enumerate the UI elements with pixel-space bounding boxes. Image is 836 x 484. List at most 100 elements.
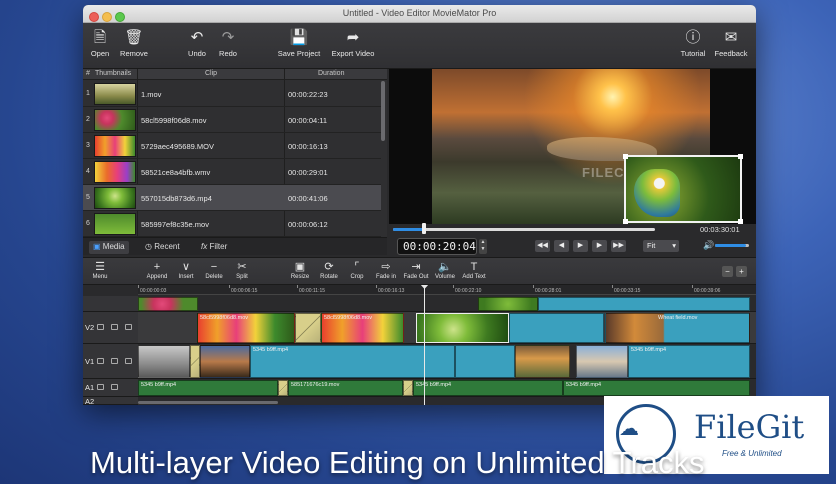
clip-duration: 00:00:41:06 [288,194,328,203]
remove-button[interactable]: 🗑 Remove [117,29,151,58]
clip-row-selected[interactable]: 5 557015db873d6.mp4 00:00:41:06 [83,185,381,211]
resize-handle[interactable] [623,154,628,159]
add-text-button[interactable]: T Add Text [460,261,488,280]
tab-media[interactable]: ▣ Media [89,241,129,254]
insert-button[interactable]: ∨ Insert [175,261,197,280]
timeline-clip[interactable] [509,313,604,343]
play-button[interactable]: ▶ [573,240,588,252]
volume-icon[interactable]: 🔊 [703,240,714,251]
timeline-clip[interactable] [576,345,628,378]
clip-thumbnail [94,135,136,157]
audio-toggle-icon[interactable] [97,384,104,390]
timeline-clip[interactable]: 5345 b9ff.mp4 [138,380,278,396]
split-button[interactable]: ✂ Split [232,261,252,280]
clip-row[interactable]: 6 585997ef8c35e.mov 00:00:06:12 [83,211,381,237]
timeline-clip[interactable]: 58cl5998f06d8.mov [321,313,404,343]
clip-row[interactable]: 3 5729aec495689.MOV 00:00:16:13 [83,133,381,159]
timeline-scrollbar[interactable] [138,401,278,404]
fade-out-button[interactable]: ⇥ Fade Out [402,261,430,280]
volume-slider[interactable] [715,244,749,247]
timeline-clip[interactable] [478,297,538,311]
timeline-clip[interactable]: 5345 b9ff.mp4 [628,345,750,378]
clip-name: 58521ce8a4bfb.wmv [141,168,211,177]
row-number: 1 [86,90,90,97]
zoom-fit-value: Fit [647,241,656,250]
export-video-label: Export Video [331,49,375,58]
clip-row[interactable]: 2 58cl5998f06d8.mov 00:00:04:11 [83,107,381,133]
rotate-button[interactable]: ⟳ Rotate [317,261,341,280]
lock-toggle-icon[interactable] [125,324,132,330]
tutorial-button[interactable]: ⓘ Tutorial [678,29,708,58]
zoom-fit-select[interactable]: Fit ▾ [643,240,679,252]
header-clip[interactable]: Clip [205,70,217,77]
crop-button[interactable]: ⌜ Crop [348,261,366,280]
playhead[interactable] [424,285,425,405]
resize-handle[interactable] [623,219,628,224]
zoom-out-button[interactable]: − [722,266,733,277]
timeline-clip[interactable] [200,345,250,378]
lock-toggle-icon[interactable] [111,384,118,390]
go-to-end-button[interactable]: ▶▶ [611,240,626,252]
timeline-clip[interactable] [416,313,509,343]
add-text-label: Add Text [462,274,486,280]
clip-duration: 00:00:29:01 [288,168,328,177]
visibility-toggle-icon[interactable] [111,324,118,330]
clip-row[interactable]: 4 58521ce8a4bfb.wmv 00:00:29:01 [83,159,381,185]
timeline-clip[interactable]: Wheat field.mov [605,313,750,343]
mail-icon: ✉ [724,29,738,46]
transition[interactable] [190,345,200,378]
resize-handle[interactable] [738,154,743,159]
timeline-clip[interactable]: 585171676c19.mov [288,380,403,396]
header-duration[interactable]: Duration [318,70,344,77]
feedback-button[interactable]: ✉ Feedback [713,29,749,58]
redo-button[interactable]: ↷ Redo [216,29,240,58]
timeline-clip[interactable] [538,297,750,311]
timeline-clip[interactable] [138,345,190,378]
step-back-button[interactable]: ◀ [554,240,569,252]
step-forward-button[interactable]: ▶ [592,240,607,252]
save-project-button[interactable]: 💾 Save Project [274,29,324,58]
visibility-toggle-icon[interactable] [111,358,118,364]
audio-toggle-icon[interactable] [97,324,104,330]
clip-list-scrollbar[interactable] [381,81,385,141]
lock-toggle-icon[interactable] [125,358,132,364]
transition[interactable] [278,380,288,396]
header-thumbnails[interactable]: Thumbnails [95,70,131,77]
playback-progress-bar[interactable] [393,228,655,231]
timeline-clip[interactable]: 58cl5998f06d8.mov [197,313,295,343]
transition[interactable] [403,380,413,396]
resize-handle[interactable] [738,219,743,224]
timeline-clip[interactable] [515,345,570,378]
fade-in-button[interactable]: ⇨ Fade in [374,261,398,280]
progress-knob[interactable] [422,223,427,234]
append-button[interactable]: + Append [144,261,170,280]
redo-icon: ↷ [221,29,235,46]
go-to-start-button[interactable]: ◀◀ [535,240,550,252]
clip-label: 5345 b9ff.mp4 [566,382,602,388]
audio-toggle-icon[interactable] [97,358,104,364]
export-video-button[interactable]: ➦ Export Video [328,29,378,58]
picture-in-picture-overlay[interactable] [623,154,743,224]
timeline-clip[interactable] [138,297,198,311]
timeline-clip[interactable]: 5345 b9ff.mp4 [413,380,563,396]
zoom-in-button[interactable]: + [736,266,747,277]
timeline-clip[interactable] [455,345,515,378]
transition[interactable] [295,313,321,343]
tab-filter[interactable]: fx Filter [197,241,231,254]
delete-button[interactable]: − Delete [203,261,225,280]
minus-icon: − [210,261,218,273]
text-icon: T [470,261,478,273]
rotate-label: Rotate [320,274,338,280]
video-preview[interactable]: FILEC [389,69,756,224]
timeline-clip[interactable]: 5345 b9ff.mp4 [563,380,750,396]
clip-row[interactable]: 1 1.mov 00:00:22:23 [83,81,381,107]
timeline-ruler[interactable]: 00:00:00:03 00:00:06:15 00:00:11:15 00:0… [137,285,756,295]
undo-button[interactable]: ↶ Undo [185,29,209,58]
menu-button[interactable]: ☰ Menu [89,261,111,280]
timecode-stepper[interactable]: ▲ ▼ [479,239,487,254]
open-button[interactable]: 🗎 Open [89,29,111,58]
tab-recent[interactable]: ◷ Recent [141,241,184,254]
volume-button[interactable]: 🔈 Volume [433,261,457,280]
resize-button[interactable]: ▣ Resize [289,261,311,280]
current-timecode[interactable]: 00:00:20:04 [397,238,477,255]
